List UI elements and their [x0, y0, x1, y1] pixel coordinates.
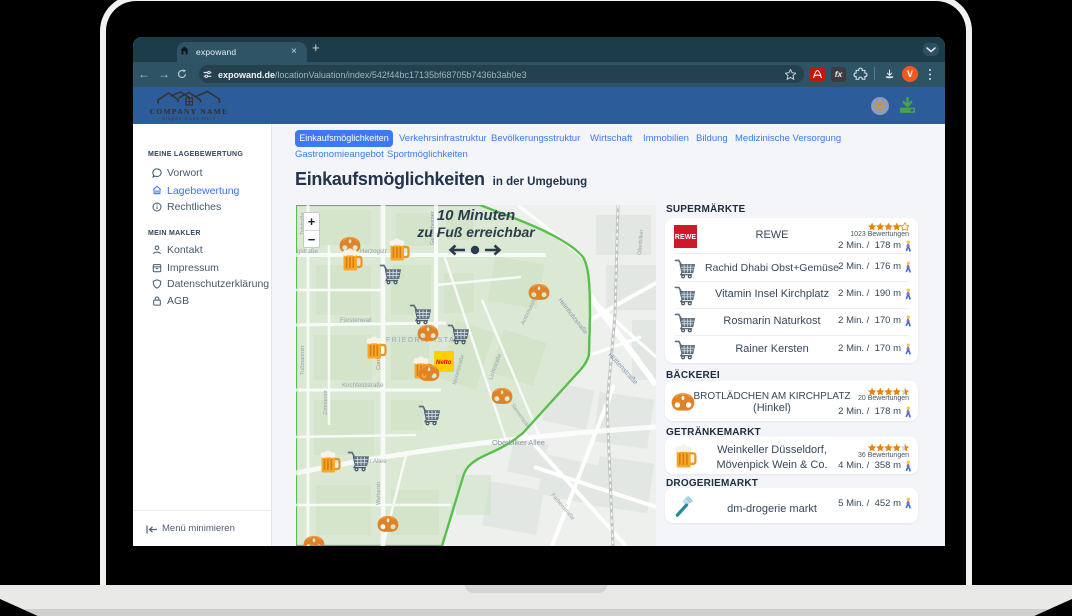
svg-text:Fürstenwall: Fürstenwall	[340, 317, 372, 324]
svg-text:Kirchfeldstraße: Kirchfeldstraße	[342, 382, 384, 389]
svg-text:Tußmannstr: Tußmannstr	[300, 345, 306, 375]
svg-text:Oberbilker Allee: Oberbilker Allee	[492, 438, 545, 447]
svg-text:gstraße: gstraße	[297, 248, 319, 255]
svg-text:Weiherstr: Weiherstr	[376, 481, 382, 505]
svg-text:er Allee: er Allee	[366, 458, 387, 465]
svg-text:Zimmerstr: Zimmerstr	[323, 390, 329, 415]
svg-text:Herzogstr: Herzogstr	[360, 248, 387, 255]
svg-text:Netto: Netto	[436, 360, 452, 366]
